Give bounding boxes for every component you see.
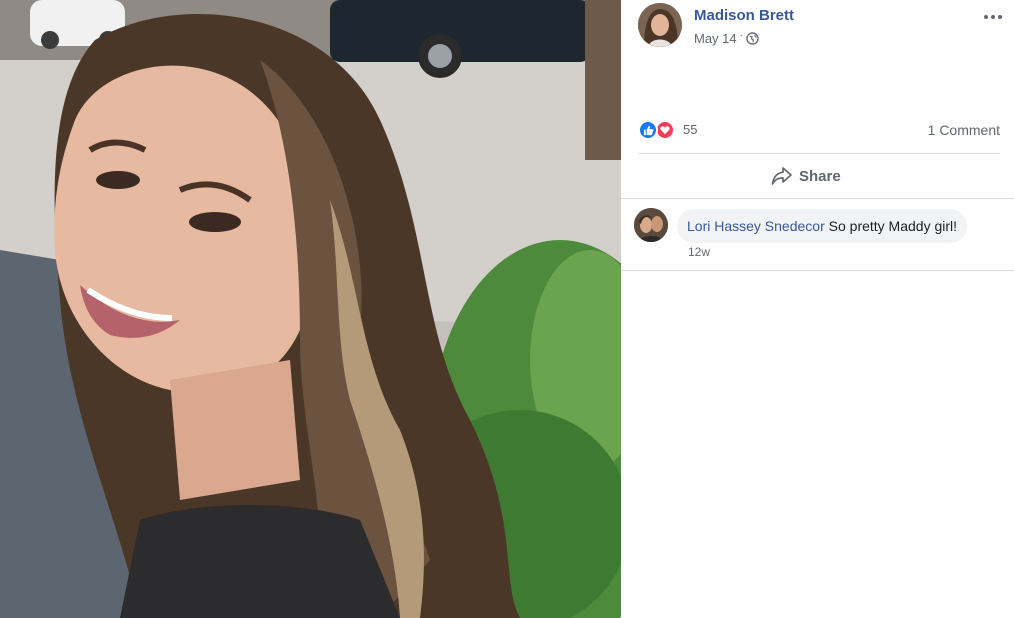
comment-author-link[interactable]: Lori Hassey Snedecor bbox=[687, 218, 829, 234]
author-avatar-image bbox=[638, 3, 682, 47]
photo-illustration bbox=[0, 0, 621, 618]
divider bbox=[621, 198, 1014, 199]
post-meta: May 14 · bbox=[694, 30, 759, 46]
more-dot bbox=[998, 15, 1002, 19]
like-icon bbox=[638, 120, 658, 140]
post-header: Madison Brett May 14 · bbox=[638, 3, 1008, 49]
commenter-avatar[interactable] bbox=[634, 208, 668, 242]
author-name-link[interactable]: Madison Brett bbox=[694, 7, 794, 24]
post-sidebar: Madison Brett May 14 · 55 1 Comment Shar… bbox=[621, 0, 1014, 618]
comment-count-link[interactable]: 1 Comment bbox=[928, 122, 1000, 138]
more-options-icon[interactable] bbox=[978, 5, 1008, 29]
comment-timestamp[interactable]: 12w bbox=[688, 245, 710, 259]
author-avatar[interactable] bbox=[638, 3, 682, 47]
reaction-icons[interactable] bbox=[638, 120, 678, 140]
comment-text: So pretty Maddy girl! bbox=[828, 218, 958, 234]
more-dot bbox=[991, 15, 995, 19]
share-button[interactable]: Share bbox=[771, 163, 841, 189]
meta-separator: · bbox=[739, 30, 743, 41]
divider bbox=[621, 270, 1014, 271]
globe-icon[interactable] bbox=[746, 32, 759, 45]
post-date[interactable]: May 14 bbox=[694, 31, 737, 46]
love-icon bbox=[655, 120, 675, 140]
comment-bubble: Lori Hassey Snedecor So pretty Maddy gir… bbox=[677, 209, 968, 243]
commenter-avatar-image bbox=[634, 208, 668, 242]
reactions-bar: 55 1 Comment bbox=[638, 119, 1000, 141]
reaction-count[interactable]: 55 bbox=[683, 122, 697, 137]
post-photo[interactable] bbox=[0, 0, 621, 618]
share-label: Share bbox=[799, 167, 841, 185]
more-dot bbox=[984, 15, 988, 19]
divider bbox=[638, 153, 1000, 154]
share-arrow-icon bbox=[771, 167, 792, 185]
